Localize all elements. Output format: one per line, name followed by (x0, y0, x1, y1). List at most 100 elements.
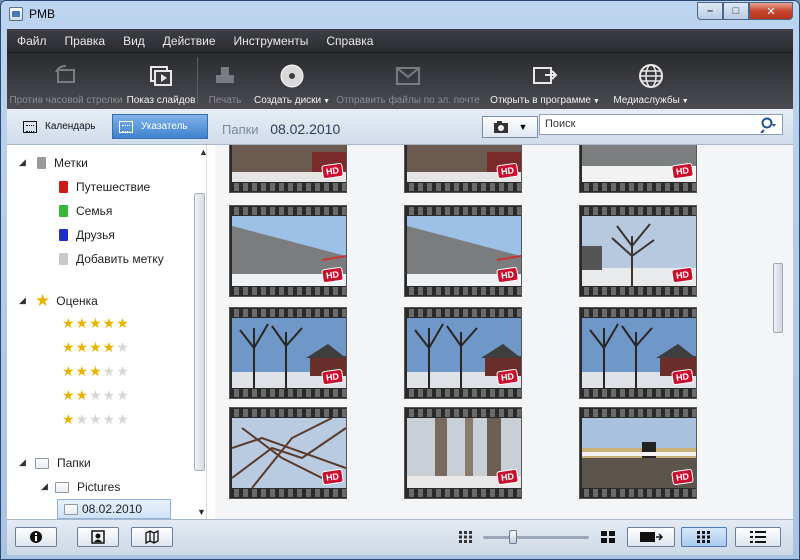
rating-3-stars[interactable]: ★★★★★ (62, 363, 130, 381)
rating-2-stars[interactable]: ★★★★★ (62, 387, 130, 405)
window-title: PMB (29, 7, 56, 21)
large-grid-icon[interactable] (601, 531, 615, 543)
info-button[interactable] (15, 527, 57, 547)
hd-badge: HD (671, 468, 694, 486)
create-disc-button[interactable]: Создать диски (252, 53, 332, 109)
thumbnail-grid-icon (697, 531, 710, 543)
tag-item-friends[interactable]: Друзья (59, 225, 115, 245)
folder-selected[interactable]: 08.02.2010 (57, 499, 171, 519)
tag-label: Друзья (76, 228, 115, 242)
collapse-tags-icon[interactable]: ◢ (19, 157, 26, 168)
collapse-folders-icon[interactable]: ◢ (19, 457, 26, 468)
tag-item-family[interactable]: Семья (59, 201, 112, 221)
sidebar-scrollbar[interactable] (193, 145, 206, 519)
sidebar-scroll-thumb[interactable] (194, 193, 205, 471)
photo-thumbnail[interactable]: HD (404, 205, 522, 297)
minimize-button[interactable]: – (697, 2, 723, 20)
hd-badge: HD (321, 368, 344, 386)
add-tag-button[interactable]: Добавить метку (59, 249, 164, 269)
folder-icon (64, 504, 78, 515)
details-view-button[interactable] (735, 527, 781, 547)
main-scrollbar[interactable] (771, 145, 785, 519)
breadcrumb-root[interactable]: Папки (222, 122, 259, 137)
photo-thumbnail[interactable]: HD (579, 307, 697, 399)
rating-header[interactable]: ★ Оценка (35, 291, 98, 311)
tag-label: Семья (76, 204, 113, 218)
photo-thumbnail[interactable]: HD (229, 145, 347, 193)
photo-thumbnail[interactable]: HD (579, 407, 697, 499)
rotate-icon (53, 63, 79, 89)
info-icon (30, 531, 42, 543)
photo-thumbnail[interactable]: HD (404, 407, 522, 499)
photo-thumbnail[interactable]: HD (404, 145, 522, 193)
menu-action[interactable]: Действие (163, 34, 216, 48)
photo-thumbnail[interactable]: HD (229, 205, 347, 297)
open-with-label: Открыть в программе (490, 95, 600, 106)
media-services-button[interactable]: Медиаслужбы (606, 53, 696, 109)
calendar-view-button[interactable]: Календарь (17, 114, 107, 139)
main-scroll-thumb[interactable] (773, 263, 783, 333)
top-panel: Файл Правка Вид Действие Инструменты Спр… (7, 29, 793, 109)
search-icon[interactable] (760, 117, 778, 133)
maximize-button[interactable]: □ (723, 2, 749, 20)
rating-1-star[interactable]: ★★★★★ (62, 411, 130, 429)
close-button[interactable]: ✕ (749, 2, 793, 20)
open-program-icon (532, 63, 558, 89)
add-tag-icon (59, 253, 68, 265)
map-button[interactable] (131, 527, 173, 547)
slideshow-icon (148, 63, 174, 89)
face-button[interactable] (77, 527, 119, 547)
zoom-slider-track[interactable] (483, 536, 589, 539)
open-with-button[interactable]: Открыть в программе (484, 53, 606, 109)
camera-icon (493, 121, 508, 133)
photo-thumbnail[interactable]: HD (579, 145, 697, 193)
photo-thumbnail[interactable]: HD (229, 307, 347, 399)
print-icon (212, 63, 238, 89)
hd-badge: HD (671, 162, 694, 180)
zoom-slider-handle[interactable] (509, 530, 517, 544)
hd-badge: HD (496, 266, 519, 284)
sidebar: ▲ ◢ Метки Путешествие Семья Друзья Добав… (7, 145, 207, 519)
rating-5-stars[interactable]: ★★★★★ (62, 315, 130, 333)
small-grid-icon[interactable] (459, 531, 473, 543)
import-camera-button[interactable]: ▼ (482, 116, 538, 138)
hd-badge: HD (671, 368, 694, 386)
menu-file[interactable]: Файл (17, 34, 47, 48)
menu-tools[interactable]: Инструменты (234, 34, 309, 48)
photo-thumbnail[interactable]: HD (579, 205, 697, 297)
collapse-rating-icon[interactable]: ◢ (19, 295, 26, 306)
search-input[interactable]: Поиск (539, 114, 783, 135)
menu-edit[interactable]: Правка (65, 34, 106, 48)
folder-pictures[interactable]: Pictures (55, 477, 120, 497)
email-button[interactable]: Отправить файлы по эл. почте (332, 53, 484, 109)
content-area: ▲ ◢ Метки Путешествие Семья Друзья Добав… (7, 145, 793, 519)
hd-badge: HD (321, 266, 344, 284)
tag-blue-icon (59, 229, 68, 241)
email-icon (395, 63, 421, 89)
star-icon: ★ (35, 291, 51, 310)
print-button[interactable]: Печать (198, 53, 252, 109)
media-services-label: Медиаслужбы (613, 95, 688, 106)
rotate-ccw-button[interactable]: Против часовой стрелки (7, 53, 125, 109)
rating-4-stars[interactable]: ★★★★★ (62, 339, 130, 357)
index-view-button[interactable]: Указатель (112, 114, 208, 139)
filmstrip-view-button[interactable] (627, 527, 675, 547)
breadcrumb: Папки 08.02.2010 (222, 121, 340, 137)
folders-header-label: Папки (57, 456, 91, 470)
disc-icon (279, 63, 305, 89)
photo-thumbnail[interactable]: HD (229, 407, 347, 499)
thumbnail-view-button[interactable] (681, 527, 727, 547)
menu-help[interactable]: Справка (326, 34, 373, 48)
chevron-down-icon: ▼ (518, 122, 528, 132)
collapse-pictures-icon[interactable]: ◢ (41, 481, 48, 492)
scroll-down-icon[interactable]: ▼ (197, 507, 206, 517)
tag-item-travel[interactable]: Путешествие (59, 177, 150, 197)
bottom-bar (7, 519, 793, 555)
tag-green-icon (59, 205, 68, 217)
menu-view[interactable]: Вид (123, 34, 145, 48)
folders-header[interactable]: Папки (35, 453, 91, 473)
email-label: Отправить файлы по эл. почте (336, 95, 480, 106)
slideshow-button[interactable]: Показ слайдов (125, 53, 197, 109)
photo-thumbnail[interactable]: HD (404, 307, 522, 399)
tags-header[interactable]: Метки (37, 153, 88, 173)
